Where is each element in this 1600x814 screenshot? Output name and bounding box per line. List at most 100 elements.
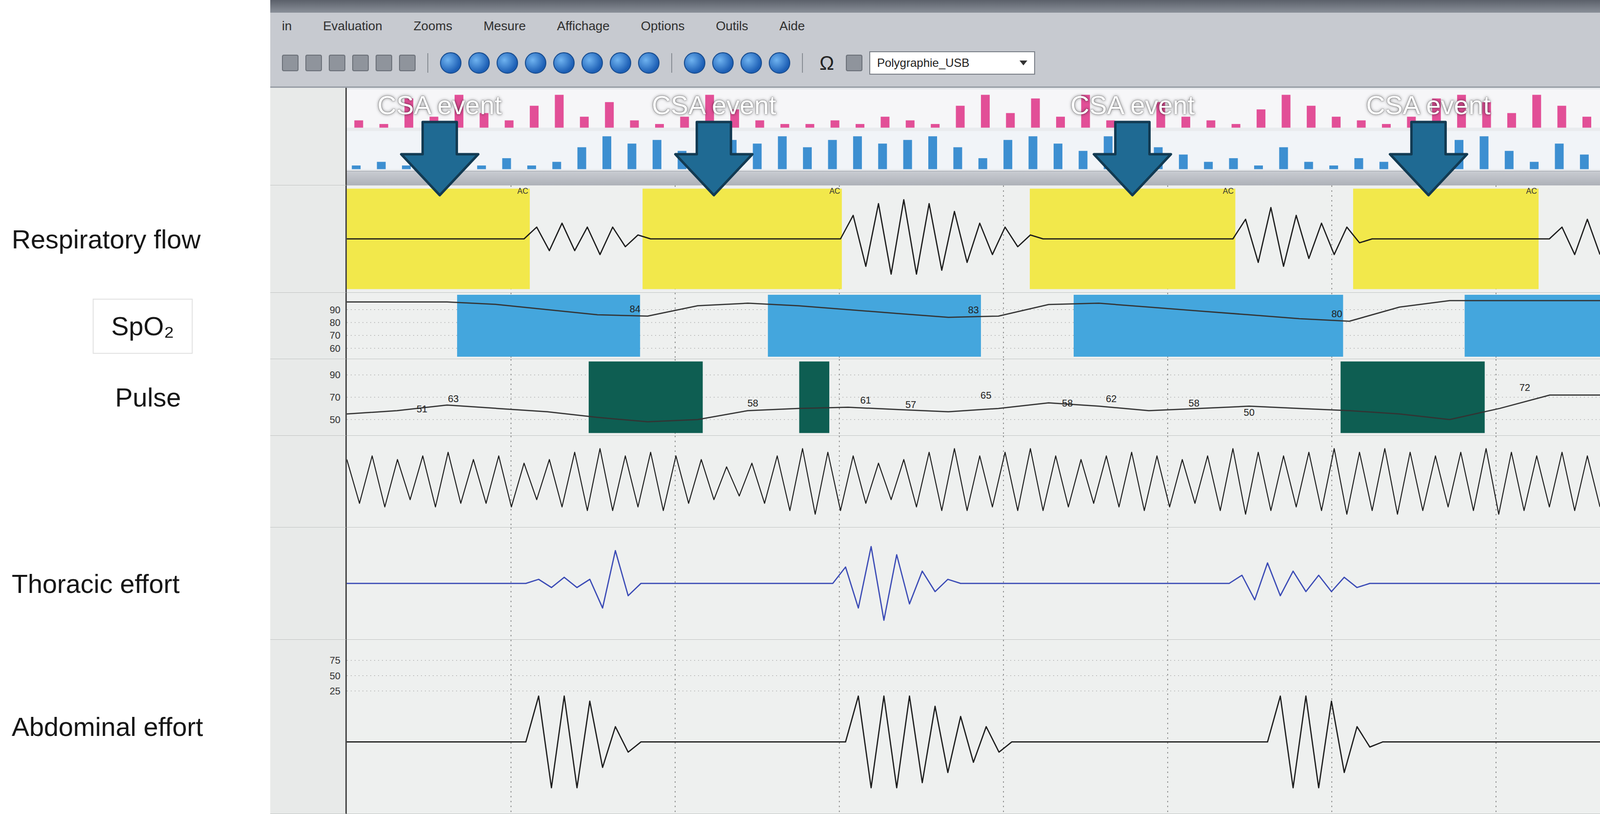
trace-chart [346,359,1600,436]
navigation-icon[interactable] [553,52,575,74]
event-box [1340,361,1485,434]
tool-icon[interactable] [352,54,369,72]
grid-line [839,435,840,527]
scale-tick: 70 [329,330,341,340]
tool-icon[interactable] [399,54,416,72]
overview-strip[interactable]: CSA eventCSA eventCSA eventCSA event [346,87,1600,186]
navigation-icon[interactable] [524,52,547,74]
blue-spike [1504,150,1514,169]
tool-icon[interactable] [328,54,346,72]
channel-label-cell [0,435,271,528]
grid-line [1331,435,1333,527]
icon-bar: Ω Polygraphie_USB [270,39,1600,87]
menu-item[interactable]: Zooms [413,16,453,36]
menu-item[interactable]: Options [640,16,685,36]
blue-spike [577,147,587,170]
title-bar [270,0,1600,13]
blue-spike [552,161,561,170]
csa-annotation: CSA event [651,89,777,199]
grid-line [510,435,512,527]
tool-icon[interactable] [305,54,322,72]
pink-spike [755,120,764,128]
value-mark: 51 [416,403,428,414]
zoom-icon[interactable] [768,52,791,74]
channel-plot[interactable]: 5163586157655862585072 [346,359,1600,436]
omega-icon[interactable]: Ω [814,48,840,78]
tool-icon[interactable] [281,54,299,72]
tool-icon[interactable] [845,54,863,72]
scale-tick: 70 [329,392,341,402]
zoom-icon[interactable] [740,52,762,74]
channel-plot[interactable] [346,527,1600,640]
menu-item[interactable]: Evaluation [322,16,382,36]
grid-line [1167,359,1169,436]
channel-plot[interactable] [346,435,1600,528]
channel-label: SpO₂ [92,298,193,354]
arrow-shape [675,121,753,196]
grid-line [674,292,676,359]
blue-spike [978,158,988,169]
menu-item[interactable]: Affichage [557,16,610,36]
blue-spike [627,143,637,169]
channel-plot[interactable]: 848380 [346,292,1600,360]
pink-spike [1507,113,1517,128]
menu-item[interactable]: Mesure [483,16,526,36]
blue-spike [903,140,913,170]
signal-trace [346,394,1600,422]
blue-spike [853,136,862,169]
value-mark: 80 [1331,308,1342,319]
margin [0,87,271,186]
blue-spike [1529,161,1539,170]
navigation-icon[interactable] [440,52,462,74]
scale-tick: 75 [329,655,341,665]
grid-line [1331,527,1333,640]
value-mark: 61 [860,395,871,405]
zoom-icon[interactable] [712,52,734,74]
montage-dropdown[interactable]: Polygraphie_USB [869,51,1036,75]
blue-spike [602,136,612,169]
value-scale [270,435,347,528]
value-scale: 755025 [270,639,347,814]
menu-item[interactable]: Aide [779,16,805,36]
trace-chart [346,527,1600,640]
pink-spike [379,123,389,128]
menu-item[interactable]: Outils [715,16,748,36]
pink-spike [1005,113,1015,128]
menu-item[interactable]: in [281,16,292,36]
signal-trace [346,199,1600,275]
event-tag: AC [829,187,840,196]
pink-spike [1206,120,1216,128]
arrow-shape [1389,121,1467,196]
pink-spike [580,116,589,128]
pink-spike [980,94,990,128]
blue-spike [401,165,411,169]
scale-tick: 50 [329,414,341,425]
down-arrow-icon [398,120,481,199]
channel-label-cell: Abdominal effort [0,639,271,814]
zoom-icon[interactable] [683,52,706,74]
grid-line [1495,639,1497,814]
navigation-icon[interactable] [468,52,490,74]
pink-spike [604,101,614,128]
navigation-icon[interactable] [609,52,632,74]
pink-spike [855,123,865,128]
tool-icon[interactable] [375,54,393,72]
blue-spike [1354,158,1363,169]
grid-line [346,690,1600,691]
blue-spike [1479,136,1489,169]
blue-spike [1179,154,1188,170]
annotation-label: CSA event [1365,89,1491,120]
blue-spike [1028,136,1038,169]
channel-plot[interactable]: ACACACAC [346,185,1600,293]
pink-spike [1582,116,1592,128]
value-mark: 57 [905,399,917,410]
navigation-icon[interactable] [638,52,660,74]
channel-label-cell: Pulse [0,359,271,436]
blue-spike [1329,165,1339,169]
navigation-icon[interactable] [496,52,519,74]
channel-plot[interactable] [346,639,1600,814]
grid-line [1331,359,1333,436]
blue-spike [1279,147,1288,170]
navigation-icon[interactable] [581,52,603,74]
event-tag: AC [1526,187,1538,196]
